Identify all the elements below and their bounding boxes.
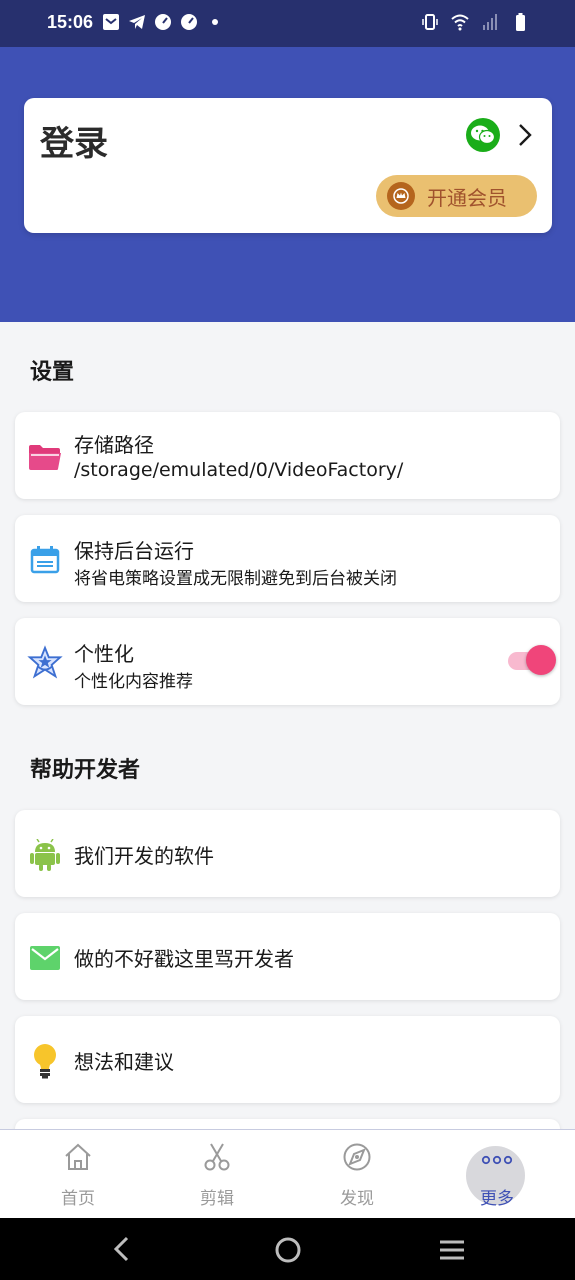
vip-button[interactable]: 开通会员	[376, 175, 537, 217]
more-icon	[481, 1144, 513, 1176]
telegram-icon	[129, 15, 145, 29]
our-apps-item[interactable]: 我们开发的软件	[15, 810, 560, 897]
storage-path-item[interactable]: 存储路径 /storage/emulated/0/VideoFactory/	[15, 412, 560, 499]
storage-path-title: 存储路径	[74, 433, 154, 457]
home-icon	[62, 1141, 94, 1173]
back-icon[interactable]	[110, 1235, 134, 1263]
signal-icon	[483, 14, 497, 30]
personalize-toggle[interactable]	[508, 644, 556, 678]
mail-icon	[103, 14, 119, 30]
feedback-item[interactable]: 做的不好戳这里骂开发者	[15, 913, 560, 1000]
dot-icon	[212, 19, 218, 25]
nav-more-label: 更多	[480, 1189, 514, 1209]
battery-icon	[516, 13, 525, 31]
vip-label: 开通会员	[427, 185, 507, 210]
ideas-item[interactable]: 想法和建议	[15, 1016, 560, 1103]
lightbulb-icon	[27, 1043, 63, 1079]
toggle-thumb	[526, 645, 556, 675]
ideas-label: 想法和建议	[74, 1050, 174, 1074]
nav-discover[interactable]: 发现	[297, 1130, 417, 1219]
login-title[interactable]: 登录	[40, 116, 108, 165]
speedometer-icon	[181, 14, 197, 30]
status-time: 15:06	[47, 12, 94, 32]
home-circle-icon[interactable]	[274, 1236, 302, 1264]
status-bar: 15:06	[0, 0, 575, 47]
personalize-item[interactable]: 个性化 个性化内容推荐	[15, 618, 560, 705]
nav-discover-label: 发现	[340, 1189, 374, 1209]
nav-edit-label: 剪辑	[200, 1189, 234, 1209]
nav-home[interactable]: 首页	[18, 1130, 138, 1219]
storage-path-value: /storage/emulated/0/VideoFactory/	[74, 459, 404, 481]
vibrate-icon	[422, 14, 438, 30]
android-icon	[27, 837, 63, 873]
background-run-icon	[27, 542, 63, 578]
keep-background-subtitle: 将省电策略设置成无限制避免到后台被关闭	[74, 569, 397, 589]
wechat-login-button[interactable]	[466, 118, 500, 152]
feedback-label: 做的不好戳这里骂开发者	[74, 947, 294, 971]
keep-background-title: 保持后台运行	[74, 539, 194, 563]
settings-section-title: 设置	[30, 360, 75, 385]
system-nav-bar	[0, 1218, 575, 1280]
personalize-subtitle: 个性化内容推荐	[74, 672, 193, 692]
bottom-nav: 首页 剪辑 发现 更多	[0, 1129, 575, 1218]
wechat-icon	[471, 125, 496, 145]
nav-edit[interactable]: 剪辑	[157, 1130, 277, 1219]
help-section-title: 帮助开发者	[30, 758, 141, 783]
folder-icon	[27, 439, 63, 475]
our-apps-label: 我们开发的软件	[74, 844, 214, 868]
keep-background-item[interactable]: 保持后台运行 将省电策略设置成无限制避免到后台被关闭	[15, 515, 560, 602]
crown-icon	[387, 182, 415, 210]
compass-icon	[341, 1141, 373, 1173]
nav-home-label: 首页	[61, 1189, 95, 1209]
star-badge-icon	[27, 645, 63, 681]
scissors-icon	[201, 1141, 233, 1173]
nav-more[interactable]: 更多	[437, 1130, 557, 1219]
chevron-right-icon[interactable]	[514, 122, 536, 148]
speedometer-icon	[155, 14, 171, 30]
login-card[interactable]: 登录 开通会员	[24, 98, 552, 233]
personalize-title: 个性化	[74, 642, 134, 666]
wifi-icon	[451, 14, 469, 31]
mail-icon	[27, 940, 63, 976]
recents-icon[interactable]	[438, 1238, 466, 1262]
